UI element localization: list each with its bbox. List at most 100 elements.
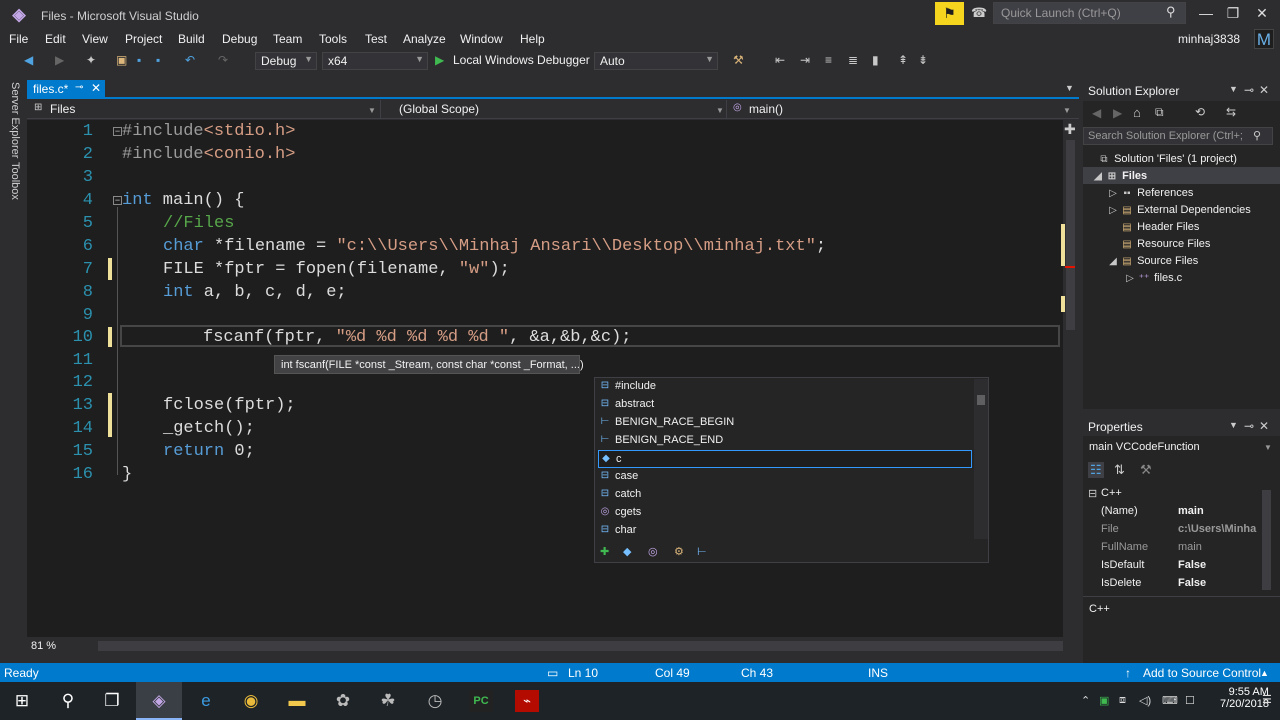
notifications-icon[interactable]: ☰ — [1262, 693, 1272, 706]
chevron-up-icon[interactable]: ⌃ — [1081, 694, 1090, 707]
maximize-button[interactable]: ❐ — [1223, 5, 1243, 22]
tray-app-icon[interactable]: ▣ — [1099, 694, 1109, 707]
menu-view[interactable]: View — [82, 32, 108, 46]
home-icon[interactable]: ⌂ — [1133, 105, 1141, 120]
server-explorer-tab[interactable]: Server Explorer — [9, 82, 21, 158]
filter-functions-icon[interactable]: ◎ — [648, 545, 658, 558]
tree-item-references[interactable]: ▷ ▪▪ References — [1106, 187, 1193, 199]
tree-item-project[interactable]: ◢ ⊞ Files — [1091, 170, 1147, 182]
find-in-files-icon[interactable]: ⚒ — [733, 53, 744, 67]
file-explorer-icon[interactable]: ▬ — [285, 690, 309, 712]
tree-item-resource-files[interactable]: ▤ Resource Files — [1120, 238, 1210, 250]
menu-build[interactable]: Build — [178, 32, 205, 46]
completion-item[interactable]: ⊢ BENIGN_RACE_END — [598, 432, 972, 450]
close-window-button[interactable]: ✕ — [1252, 5, 1272, 22]
platform-select[interactable]: x64 ▼ — [322, 52, 428, 70]
alphabetical-icon[interactable]: ⇅ — [1114, 462, 1125, 478]
menu-tools[interactable]: Tools — [319, 32, 347, 46]
network-icon[interactable]: ⧈ — [1119, 694, 1126, 707]
forward-icon[interactable]: ▶ — [55, 53, 64, 67]
back-icon[interactable]: ◀ — [24, 53, 33, 67]
menu-analyze[interactable]: Analyze — [403, 32, 446, 46]
save-all-icon[interactable]: ▪ — [156, 53, 160, 67]
menu-help[interactable]: Help — [520, 32, 545, 46]
app-icon[interactable]: ☘ — [376, 690, 400, 712]
panel-menu-icon[interactable]: ▼ — [1229, 420, 1238, 430]
split-editor-icon[interactable]: ✚ — [1064, 121, 1076, 138]
scope-select[interactable]: (Global Scope) — [399, 102, 479, 116]
visual-studio-icon[interactable]: ◈ — [147, 690, 171, 712]
history-icon[interactable]: ⟲ — [1195, 105, 1205, 119]
completion-item[interactable]: ⊟ #include — [598, 378, 972, 396]
solution-search-input[interactable]: Search Solution Explorer (Ctrl+; — [1083, 127, 1273, 145]
property-value[interactable]: False — [1178, 577, 1206, 589]
fold-toggle-icon[interactable]: − — [113, 127, 122, 136]
open-folder-icon[interactable]: ▣ — [116, 53, 127, 67]
editor-horizontal-scrollbar[interactable] — [98, 641, 1063, 651]
tree-item-source-files[interactable]: ◢ ▤ Source Files — [1106, 255, 1198, 267]
collapse-category-icon[interactable]: ⊟ — [1088, 487, 1097, 500]
member-select[interactable]: main() — [749, 102, 783, 116]
back-icon[interactable]: ◀ — [1092, 106, 1101, 120]
zoom-level[interactable]: 81 % — [31, 640, 56, 652]
pin-icon[interactable]: ⊸ — [1244, 83, 1254, 97]
property-value[interactable]: c:\Users\Minha — [1178, 523, 1258, 535]
language-icon[interactable]: ⌨ — [1162, 694, 1178, 707]
scroll-thumb[interactable] — [1066, 140, 1075, 330]
task-view-icon[interactable]: ❐ — [100, 690, 124, 712]
switch-views-icon[interactable]: ⧉ — [1155, 105, 1164, 120]
tree-item-files-c[interactable]: ▷ ⁺⁺ files.c — [1123, 272, 1182, 284]
filter-types-icon[interactable]: ⚙ — [674, 545, 684, 558]
toolbox-tab[interactable]: Toolbox — [9, 162, 21, 200]
close-icon[interactable]: ✕ — [1259, 419, 1269, 433]
app-icon[interactable]: ✿ — [331, 690, 355, 712]
chrome-browser-icon[interactable]: ◉ — [239, 690, 263, 712]
filter-variables-icon[interactable]: ◆ — [623, 545, 631, 558]
play-icon[interactable]: ▶ — [435, 53, 444, 67]
acrobat-icon[interactable]: ⌁ — [515, 690, 539, 712]
edge-browser-icon[interactable]: e — [194, 690, 218, 712]
completion-item[interactable]: ⊟ abstract — [598, 396, 972, 414]
uncomment-icon[interactable]: ≣ — [848, 53, 858, 67]
filter-all-icon[interactable]: ✚ — [600, 545, 609, 558]
align-icon[interactable]: ⇤ — [775, 53, 785, 67]
properties-scrollbar[interactable] — [1262, 490, 1271, 590]
avatar[interactable]: M — [1254, 29, 1274, 49]
menu-project[interactable]: Project — [125, 32, 162, 46]
tree-item-solution[interactable]: ⧉ Solution 'Files' (1 project) — [1097, 153, 1236, 165]
menu-edit[interactable]: Edit — [45, 32, 66, 46]
undo-icon[interactable]: ↶ — [185, 53, 195, 67]
comment-icon[interactable]: ≡ — [825, 53, 832, 67]
completion-item-selected[interactable]: ◆ c — [598, 450, 972, 468]
sync-icon[interactable]: ⇆ — [1226, 105, 1236, 119]
forward-icon[interactable]: ▶ — [1113, 106, 1122, 120]
volume-icon[interactable]: ◁) — [1139, 694, 1151, 707]
app-icon[interactable]: ◷ — [423, 690, 447, 712]
scroll-thumb[interactable] — [977, 395, 985, 405]
panel-menu-icon[interactable]: ▼ — [1229, 84, 1238, 94]
bookmark-next-icon[interactable]: ⇟ — [918, 53, 928, 67]
bookmark-icon[interactable]: ▮ — [872, 53, 879, 67]
configuration-select[interactable]: Debug ▼ — [255, 52, 317, 70]
property-value[interactable]: main — [1178, 505, 1204, 517]
completion-item[interactable]: ⊟ case — [598, 468, 972, 486]
save-icon[interactable]: ▪ — [137, 53, 141, 67]
categorized-icon[interactable]: ☷ — [1088, 462, 1104, 478]
windows-start-icon[interactable]: ⊞ — [10, 690, 34, 712]
run-mode-select[interactable]: Auto ▼ — [594, 52, 718, 70]
feedback-icon[interactable]: ☎ — [971, 5, 987, 21]
quick-launch-input[interactable]: Quick Launch (Ctrl+Q) — [993, 2, 1186, 24]
indent-icon[interactable]: ⇥ — [800, 53, 810, 67]
menu-window[interactable]: Window — [460, 32, 503, 46]
tab-overflow-icon[interactable]: ▼ — [1065, 83, 1074, 93]
user-name[interactable]: minhaj3838 — [1178, 32, 1240, 46]
close-tab-icon[interactable]: ✕ — [91, 81, 101, 95]
chevron-up-icon[interactable]: ▲ — [1260, 668, 1269, 678]
tree-item-header-files[interactable]: ▤ Header Files — [1120, 221, 1199, 233]
pycharm-icon[interactable]: PC — [469, 690, 493, 712]
new-project-icon[interactable]: ✦ — [86, 53, 96, 67]
property-value[interactable]: False — [1178, 559, 1206, 571]
start-debugger-button[interactable]: Local Windows Debugger — [453, 53, 590, 67]
menu-file[interactable]: File — [9, 32, 28, 46]
tree-item-external-deps[interactable]: ▷ ▤ External Dependencies — [1106, 204, 1251, 216]
